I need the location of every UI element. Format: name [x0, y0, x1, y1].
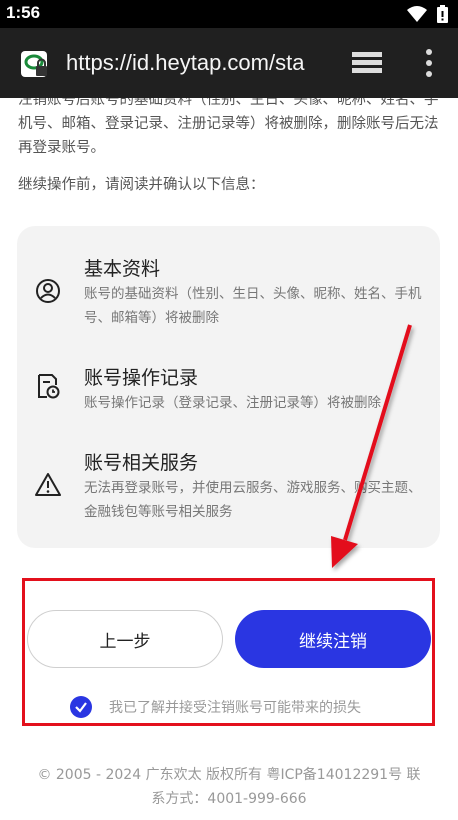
continue-cancellation-button[interactable]: 继续注销 — [235, 610, 431, 668]
tabs-icon[interactable] — [352, 50, 384, 76]
page-content: 注销账号后账号的基础资料（性别、生日、头像、昵称、姓名、手机号、邮箱、登录记录、… — [0, 98, 458, 820]
site-lock-icon[interactable] — [20, 50, 48, 78]
status-time: 1:56 — [6, 3, 41, 22]
warning-triangle-icon — [35, 473, 61, 496]
info-item-desc: 账号的基础资料（性别、生日、头像、昵称、姓名、手机号、邮箱等）将被删除 — [84, 286, 422, 326]
info-item-desc: 账号操作记录（登录记录、注册记录等）将被删除 — [84, 395, 381, 411]
browser-toolbar: https://id.heytap.com/sta — [0, 28, 458, 98]
checkbox-checked-icon[interactable] — [70, 696, 92, 718]
footer: © 2005 - 2024 广东欢太 版权所有 粤ICP备14012291号 联… — [18, 763, 440, 811]
info-card: 基本资料 账号的基础资料（性别、生日、头像、昵称、姓名、手机号、邮箱等）将被删除… — [17, 226, 440, 548]
previous-step-button[interactable]: 上一步 — [27, 610, 223, 668]
info-item-title: 账号操作记录 — [84, 367, 199, 389]
agreement-checkbox-row[interactable]: 我已了解并接受注销账号可能带来的损失 — [70, 696, 361, 718]
info-item-desc: 无法再登录账号，并使用云服务、游戏服务、购买主题、金融钱包等账号相关服务 — [84, 480, 422, 520]
footer-contact: 系方式：4001-999-666 — [151, 791, 307, 807]
user-circle-icon — [36, 279, 60, 303]
url-bar[interactable]: https://id.heytap.com/sta — [66, 50, 324, 76]
info-item-title: 账号相关服务 — [84, 452, 199, 474]
confirm-prompt: 继续操作前，请阅读并确认以下信息： — [18, 177, 265, 193]
info-item-title: 基本资料 — [84, 258, 161, 280]
status-icons — [407, 5, 448, 23]
intro-text: 注销账号后账号的基础资料（性别、生日、头像、昵称、姓名、手机号、邮箱、登录记录、… — [18, 98, 439, 156]
battery-icon — [437, 5, 448, 23]
overflow-menu-icon[interactable] — [424, 48, 434, 78]
agreement-label: 我已了解并接受注销账号可能带来的损失 — [109, 700, 361, 716]
footer-copyright: © 2005 - 2024 广东欢太 版权所有 粤ICP备14012291号 联 — [37, 767, 421, 783]
wifi-icon — [407, 6, 427, 22]
document-clock-icon — [38, 374, 60, 399]
status-bar: 1:56 — [0, 0, 458, 28]
